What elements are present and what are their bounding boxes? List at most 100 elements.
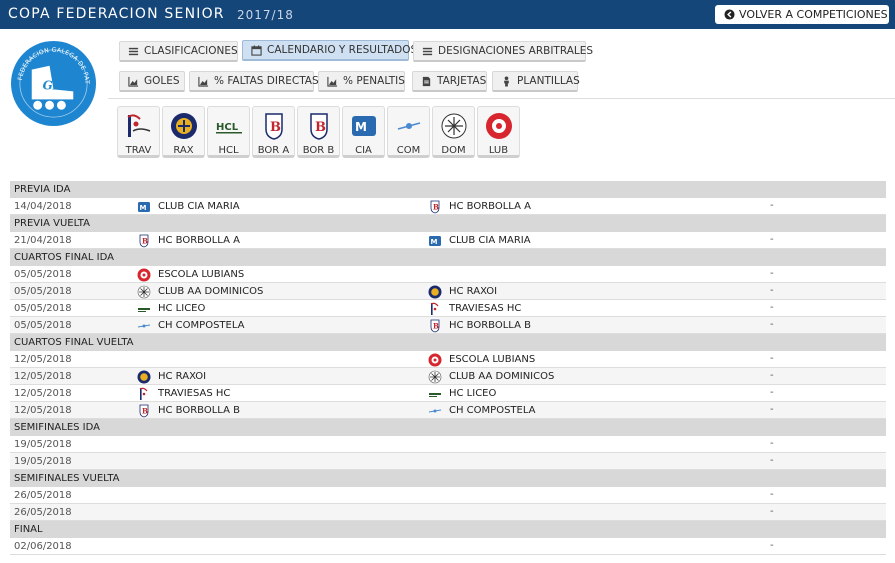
match-result: - — [770, 370, 774, 381]
match-date: 12/05/2018 — [14, 405, 72, 416]
tab-plantillas[interactable]: PLANTILLAS — [492, 71, 580, 92]
match-result: - — [770, 455, 774, 466]
tab-label: PLANTILLAS — [517, 75, 580, 87]
home-team-name: HC BORBOLLA A — [158, 235, 240, 246]
match-row[interactable]: 05/05/2018 HC LICEO TRAVIESAS HC - — [10, 300, 886, 317]
team-tile-trav[interactable]: TRAV — [117, 106, 160, 158]
tab-faltas-directas[interactable]: % FALTAS DIRECTAS — [189, 71, 319, 92]
match-date: 12/05/2018 — [14, 354, 72, 365]
away-team[interactable]: M CLUB CIA MARIA — [428, 233, 531, 248]
team-crest-icon: M — [138, 201, 150, 212]
svg-text:M: M — [140, 204, 147, 212]
chart-icon — [198, 76, 209, 87]
team-abbr: BOR A — [257, 145, 290, 156]
match-row[interactable]: 05/05/2018 CH COMPOSTELA B HC BORBOLLA B - — [10, 317, 886, 334]
team-crest-icon — [137, 268, 151, 281]
match-row[interactable]: 05/05/2018 ESCOLA LUBIANS - — [10, 266, 886, 283]
match-result: - — [770, 404, 774, 415]
team-tile-bor-a[interactable]: B BOR A — [252, 106, 295, 158]
match-row[interactable]: 26/05/2018 - — [10, 504, 886, 521]
cia-maria-crest-icon: M — [352, 116, 376, 136]
match-row[interactable]: 12/05/2018 TRAVIESAS HC HC LICEO - — [10, 385, 886, 402]
match-result: - — [770, 302, 774, 313]
away-team[interactable]: HC LICEO — [428, 386, 496, 401]
match-row[interactable]: 19/05/2018 - — [10, 453, 886, 470]
home-team[interactable]: CH COMPOSTELA — [137, 318, 244, 333]
match-row[interactable]: 05/05/2018 CLUB AA DOMINICOS HC RAXOI - — [10, 283, 886, 300]
away-team-name: CLUB AA DOMINICOS — [449, 371, 555, 382]
match-row[interactable]: 12/05/2018 HC RAXOI CLUB AA DOMINICOS - — [10, 368, 886, 385]
tab-label: TARJETAS — [437, 75, 487, 87]
match-row[interactable]: 02/06/2018 - — [10, 538, 886, 555]
away-team[interactable]: B HC BORBOLLA B — [428, 318, 531, 333]
match-row[interactable]: 21/04/2018 B HC BORBOLLA A M CLUB CIA MARIA - — [10, 232, 886, 249]
team-crest-icon: B — [430, 319, 440, 332]
competition-title: COPA FEDERACION SENIOR — [8, 6, 225, 22]
team-tile-cia[interactable]: M CIA — [342, 106, 385, 158]
tabs-divider — [108, 98, 895, 99]
team-tile-rax[interactable]: RAX — [162, 106, 205, 158]
home-team[interactable]: ESCOLA LUBIANS — [137, 267, 244, 282]
match-row[interactable]: 19/05/2018 - — [10, 436, 886, 453]
away-team[interactable]: CH COMPOSTELA — [428, 403, 535, 418]
raxoi-crest-icon — [171, 113, 197, 139]
chart-icon — [327, 76, 338, 87]
team-tile-lub[interactable]: LUB — [477, 106, 520, 158]
arrow-left-circle-icon — [724, 9, 735, 20]
home-team[interactable]: M CLUB CIA MARIA — [137, 199, 240, 214]
tab-calendario-y-resultados[interactable]: CALENDARIO Y RESULTADOS — [242, 40, 417, 61]
away-team[interactable]: CLUB AA DOMINICOS — [428, 369, 554, 384]
team-crest-icon — [430, 302, 439, 315]
team-crest-icon: B — [430, 200, 440, 213]
away-team[interactable]: ESCOLA LUBIANS — [428, 352, 535, 367]
team-crest-icon — [428, 285, 442, 298]
match-row[interactable]: 26/05/2018 - — [10, 487, 886, 504]
card-icon — [422, 76, 431, 86]
match-result: - — [770, 353, 774, 364]
team-abbr: COM — [396, 145, 421, 156]
team-crest-icon: B — [139, 404, 149, 417]
team-abbr: CIA — [355, 145, 372, 156]
home-team[interactable]: HC RAXOI — [137, 369, 206, 384]
match-row[interactable]: 14/04/2018 M CLUB CIA MARIA B HC BORBOLLA A - — [10, 198, 886, 215]
home-team[interactable]: HC LICEO — [137, 301, 205, 316]
svg-text:GP: GP — [43, 78, 63, 92]
away-team[interactable]: B HC BORBOLLA A — [428, 199, 531, 214]
match-row[interactable]: 12/05/2018 ESCOLA LUBIANS - — [10, 351, 886, 368]
match-date: 19/05/2018 — [14, 439, 72, 450]
team-tile-bor-b[interactable]: B BOR B — [297, 106, 340, 158]
tab-tarjetas[interactable]: TARJETAS — [412, 71, 487, 92]
team-crest-icon — [139, 387, 148, 400]
svg-text:B: B — [433, 202, 439, 211]
borbolla-b-crest-icon: B — [310, 113, 328, 140]
team-crest-icon: M — [429, 235, 441, 246]
tab-label: % PENALTIS — [343, 75, 405, 87]
fixtures-table: PREVIA IDA 14/04/2018 M CLUB CIA MARIA B HC B… — [10, 181, 886, 555]
team-abbr: HCL — [218, 145, 239, 156]
away-team[interactable]: HC RAXOI — [428, 284, 497, 299]
home-team[interactable]: B HC BORBOLLA A — [137, 233, 240, 248]
away-team-name: TRAVIESAS HC — [449, 303, 522, 314]
back-to-competitions-button[interactable]: VOLVER A COMPETICIONES — [715, 5, 889, 24]
compostela-crest-icon — [397, 122, 421, 130]
team-tile-hcl[interactable]: HCL HCL — [207, 106, 250, 158]
tab-clasificaciones[interactable]: CLASIFICACIONES — [119, 41, 238, 62]
home-team[interactable]: CLUB AA DOMINICOS — [137, 284, 263, 299]
round-header: PREVIA VUELTA — [10, 215, 886, 232]
away-team-name: HC RAXOI — [449, 286, 498, 297]
home-team-name: ESCOLA LUBIANS — [158, 269, 245, 280]
team-crest-icon — [428, 370, 442, 383]
match-result: - — [770, 268, 774, 279]
match-date: 26/05/2018 — [14, 490, 72, 501]
team-tile-com[interactable]: COM — [387, 106, 430, 158]
back-button-label: VOLVER A COMPETICIONES — [739, 8, 888, 21]
tab-designaciones-arbitrales[interactable]: DESIGNACIONES ARBITRALES — [413, 41, 593, 62]
match-row[interactable]: 12/05/2018 B HC BORBOLLA B CH COMPOSTELA - — [10, 402, 886, 419]
home-team[interactable]: TRAVIESAS HC — [137, 386, 230, 401]
home-team[interactable]: B HC BORBOLLA B — [137, 403, 240, 418]
match-result: - — [770, 234, 774, 245]
tab-goles[interactable]: GOLES — [119, 71, 185, 92]
tab-penaltis[interactable]: % PENALTIS — [318, 71, 405, 92]
away-team[interactable]: TRAVIESAS HC — [428, 301, 521, 316]
team-tile-dom[interactable]: DOM — [432, 106, 475, 158]
